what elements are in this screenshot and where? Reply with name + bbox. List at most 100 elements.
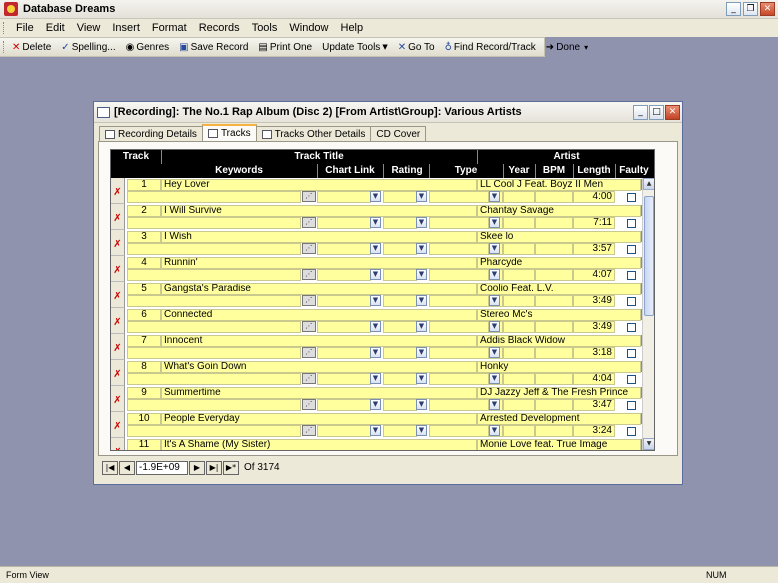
- track-chart-link[interactable]: [317, 373, 371, 385]
- track-number[interactable]: 5: [127, 283, 161, 295]
- faulty-checkbox[interactable]: [627, 401, 636, 410]
- chart-link-dropdown-icon[interactable]: ▼: [370, 425, 381, 436]
- track-keywords[interactable]: [127, 373, 301, 385]
- chart-link-dropdown-icon[interactable]: ▼: [370, 295, 381, 306]
- track-bpm[interactable]: [535, 269, 573, 281]
- track-length[interactable]: 7:11: [573, 217, 615, 229]
- rating-dropdown-icon[interactable]: ▼: [416, 425, 427, 436]
- track-keywords[interactable]: [127, 347, 301, 359]
- tab-tracks[interactable]: Tracks: [201, 124, 257, 141]
- track-type[interactable]: [429, 269, 489, 281]
- track-keywords[interactable]: [127, 399, 301, 411]
- menu-window[interactable]: Window: [283, 22, 334, 34]
- faulty-checkbox[interactable]: [627, 323, 636, 332]
- track-bpm[interactable]: [535, 243, 573, 255]
- track-chart-link[interactable]: [317, 191, 371, 203]
- menu-edit[interactable]: Edit: [40, 22, 71, 34]
- restore-button[interactable]: ❐: [743, 2, 758, 16]
- menu-view[interactable]: View: [71, 22, 107, 34]
- track-title[interactable]: Connected: [161, 309, 477, 321]
- track-chart-link[interactable]: [317, 399, 371, 411]
- track-artist[interactable]: Addis Black Widow: [477, 335, 641, 347]
- rating-dropdown-icon[interactable]: ▼: [416, 295, 427, 306]
- track-artist[interactable]: LL Cool J Feat. Boyz II Men: [477, 179, 641, 191]
- track-year[interactable]: [503, 373, 535, 385]
- track-bpm[interactable]: [535, 295, 573, 307]
- track-length[interactable]: 3:49: [573, 295, 615, 307]
- chart-link-dropdown-icon[interactable]: ▼: [370, 217, 381, 228]
- track-artist[interactable]: Stereo Mc's: [477, 309, 641, 321]
- menu-file[interactable]: File: [10, 22, 40, 34]
- track-year[interactable]: [503, 269, 535, 281]
- track-bpm[interactable]: [535, 425, 573, 437]
- track-year[interactable]: [503, 321, 535, 333]
- track-keywords[interactable]: [127, 217, 301, 229]
- track-title[interactable]: Innocent: [161, 335, 477, 347]
- rating-dropdown-icon[interactable]: ▼: [416, 269, 427, 280]
- keywords-picker-icon[interactable]: ⋰: [302, 295, 316, 306]
- go-to-button[interactable]: ✕ Go To: [394, 38, 439, 56]
- track-rating[interactable]: [383, 191, 417, 203]
- track-rating[interactable]: [383, 321, 417, 333]
- track-year[interactable]: [503, 191, 535, 203]
- rating-dropdown-icon[interactable]: ▼: [416, 243, 427, 254]
- track-length[interactable]: 3:24: [573, 425, 615, 437]
- track-number[interactable]: 6: [127, 309, 161, 321]
- track-title[interactable]: I Wish: [161, 231, 477, 243]
- record-selector-icon[interactable]: ✗: [111, 178, 125, 204]
- track-artist[interactable]: Honky: [477, 361, 641, 373]
- record-selector-icon[interactable]: ✗: [111, 334, 125, 360]
- menu-tools[interactable]: Tools: [246, 22, 284, 34]
- type-dropdown-icon[interactable]: ▼: [489, 425, 500, 436]
- track-length[interactable]: 3:57: [573, 243, 615, 255]
- type-dropdown-icon[interactable]: ▼: [489, 295, 500, 306]
- menu-records[interactable]: Records: [193, 22, 246, 34]
- last-record-button[interactable]: ▶|: [206, 460, 222, 475]
- track-title[interactable]: What's Goin Down: [161, 361, 477, 373]
- track-artist[interactable]: Skee lo: [477, 231, 641, 243]
- track-length[interactable]: 3:18: [573, 347, 615, 359]
- track-title[interactable]: Runnin': [161, 257, 477, 269]
- keywords-picker-icon[interactable]: ⋰: [302, 399, 316, 410]
- track-type[interactable]: [429, 425, 489, 437]
- doc-close-button[interactable]: ✕: [665, 105, 680, 120]
- doc-minimize-button[interactable]: _: [633, 105, 648, 120]
- chart-link-dropdown-icon[interactable]: ▼: [370, 399, 381, 410]
- track-rating[interactable]: [383, 269, 417, 281]
- done-button[interactable]: ➜ Done: [542, 38, 584, 56]
- track-keywords[interactable]: [127, 269, 301, 281]
- track-rating[interactable]: [383, 347, 417, 359]
- track-artist[interactable]: Pharcyde: [477, 257, 641, 269]
- rating-dropdown-icon[interactable]: ▼: [416, 191, 427, 202]
- track-rating[interactable]: [383, 217, 417, 229]
- tab-cd-cover[interactable]: CD Cover: [370, 126, 427, 141]
- track-type[interactable]: [429, 373, 489, 385]
- next-record-button[interactable]: ▶: [189, 460, 205, 475]
- track-keywords[interactable]: [127, 191, 301, 203]
- type-dropdown-icon[interactable]: ▼: [489, 269, 500, 280]
- find-record-button[interactable]: ♁ Find Record/Track: [441, 38, 540, 56]
- keywords-picker-icon[interactable]: ⋰: [302, 373, 316, 384]
- tab-recording-details[interactable]: Recording Details: [99, 126, 203, 141]
- track-type[interactable]: [429, 191, 489, 203]
- scroll-down-icon[interactable]: ▼: [643, 438, 654, 450]
- track-length[interactable]: 4:00: [573, 191, 615, 203]
- track-title[interactable]: People Everyday: [161, 413, 477, 425]
- track-chart-link[interactable]: [317, 269, 371, 281]
- faulty-checkbox[interactable]: [627, 349, 636, 358]
- scroll-thumb[interactable]: [644, 196, 654, 316]
- first-record-button[interactable]: |◀: [102, 460, 118, 475]
- record-selector-icon[interactable]: ✗: [111, 230, 125, 256]
- track-chart-link[interactable]: [317, 217, 371, 229]
- track-length[interactable]: 3:49: [573, 321, 615, 333]
- chart-link-dropdown-icon[interactable]: ▼: [370, 373, 381, 384]
- type-dropdown-icon[interactable]: ▼: [489, 373, 500, 384]
- record-selector-icon[interactable]: ✗: [111, 282, 125, 308]
- vertical-scrollbar[interactable]: ▲ ▼: [642, 178, 654, 450]
- minimize-button[interactable]: _: [726, 2, 741, 16]
- track-bpm[interactable]: [535, 347, 573, 359]
- menu-help[interactable]: Help: [335, 22, 370, 34]
- track-artist[interactable]: Monie Love feat. True Image: [477, 439, 641, 450]
- type-dropdown-icon[interactable]: ▼: [489, 347, 500, 358]
- track-title[interactable]: It's A Shame (My Sister): [161, 439, 477, 450]
